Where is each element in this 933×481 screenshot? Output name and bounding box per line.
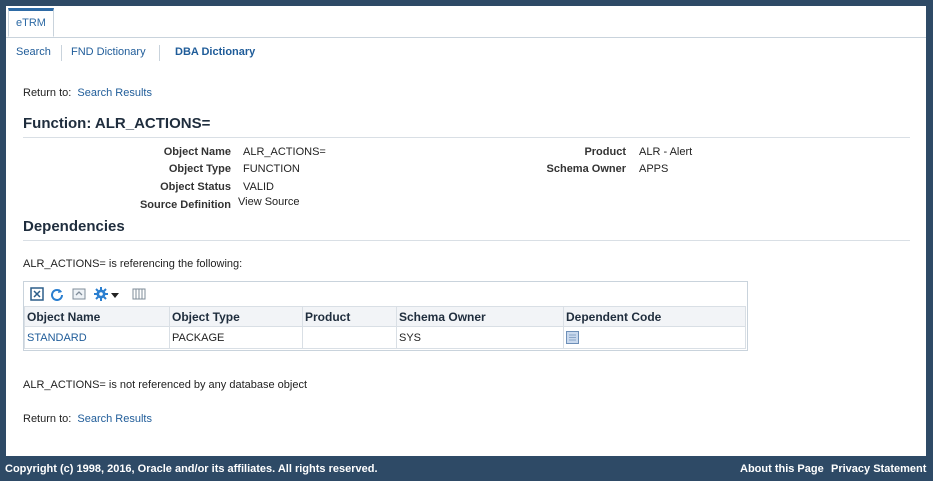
view-source-link[interactable]: View Source	[238, 196, 300, 208]
export-icon[interactable]	[72, 287, 86, 301]
column-header-product[interactable]: Product	[302, 306, 397, 327]
object-status-label: Object Status	[160, 181, 231, 193]
cell-schema-owner: SYS	[396, 326, 564, 349]
search-results-link[interactable]: Search Results	[77, 413, 152, 425]
nav-search-link[interactable]: Search	[16, 46, 51, 58]
object-name-link[interactable]: STANDARD	[27, 332, 87, 344]
dependencies-table-panel: Object Name Object Type Product Schema O…	[23, 281, 748, 351]
schema-owner-value: APPS	[639, 163, 669, 175]
cell-object-name[interactable]: STANDARD	[24, 326, 170, 349]
column-header-schema-owner[interactable]: Schema Owner	[396, 306, 564, 327]
tab-etrm[interactable]: eTRM	[8, 8, 54, 37]
return-to-label: Return to:	[23, 87, 72, 99]
column-header-dependent-code[interactable]: Dependent Code	[563, 306, 746, 327]
sub-navigation: Search FND Dictionary DBA Dictionary	[6, 44, 926, 62]
source-definition-label: Source Definition	[139, 199, 231, 211]
nav-fnd-dictionary-link[interactable]: FND Dictionary	[71, 46, 146, 58]
document-icon[interactable]	[566, 331, 579, 344]
table-header-row: Object Name Object Type Product Schema O…	[24, 306, 746, 327]
dependencies-heading: Dependencies	[23, 218, 125, 235]
detach-icon[interactable]	[30, 287, 44, 301]
column-header-object-type[interactable]: Object Type	[169, 306, 303, 327]
object-name-label: Object Name	[163, 146, 231, 158]
table-toolbar	[24, 282, 747, 306]
divider	[23, 240, 910, 241]
gear-icon[interactable]	[94, 287, 108, 301]
cell-object-type: PACKAGE	[169, 326, 303, 349]
cell-dependent-code	[563, 326, 746, 349]
nav-divider	[159, 45, 160, 61]
object-status-value: VALID	[243, 181, 274, 193]
table-row: STANDARD PACKAGE SYS	[24, 326, 746, 349]
object-type-label: Object Type	[168, 163, 231, 175]
column-header-object-name[interactable]: Object Name	[24, 306, 170, 327]
tab-bar: eTRM	[6, 6, 926, 38]
freeze-column-icon[interactable]	[132, 287, 146, 301]
footer: Copyright (c) 1998, 2016, Oracle and/or …	[0, 457, 933, 481]
object-type-value: FUNCTION	[243, 163, 300, 175]
page-frame: eTRM Search FND Dictionary DBA Dictionar…	[6, 6, 926, 456]
refresh-icon[interactable]	[50, 287, 64, 301]
nav-dba-dictionary-link[interactable]: DBA Dictionary	[175, 46, 255, 58]
cell-product	[302, 326, 397, 349]
privacy-statement-link[interactable]: Privacy Statement	[831, 463, 926, 475]
page-title: Function: ALR_ACTIONS=	[23, 115, 211, 132]
chevron-down-icon[interactable]	[110, 287, 120, 301]
not-referenced-text: ALR_ACTIONS= is not referenced by any da…	[23, 379, 308, 391]
return-to-top: Return to: Search Results	[23, 87, 152, 99]
object-name-value: ALR_ACTIONS=	[243, 146, 326, 158]
referencing-text: ALR_ACTIONS= is referencing the followin…	[23, 258, 243, 270]
dependencies-table: Object Name Object Type Product Schema O…	[24, 306, 746, 349]
return-to-label: Return to:	[23, 413, 72, 425]
copyright-text: Copyright (c) 1998, 2016, Oracle and/or …	[5, 463, 378, 475]
search-results-link[interactable]: Search Results	[77, 87, 152, 99]
product-label: Product	[584, 146, 626, 158]
product-value: ALR - Alert	[639, 146, 693, 158]
about-page-link[interactable]: About this Page	[740, 463, 824, 475]
nav-divider	[61, 45, 62, 61]
schema-owner-label: Schema Owner	[546, 163, 626, 175]
return-to-bottom: Return to: Search Results	[23, 413, 152, 425]
divider	[23, 137, 910, 138]
